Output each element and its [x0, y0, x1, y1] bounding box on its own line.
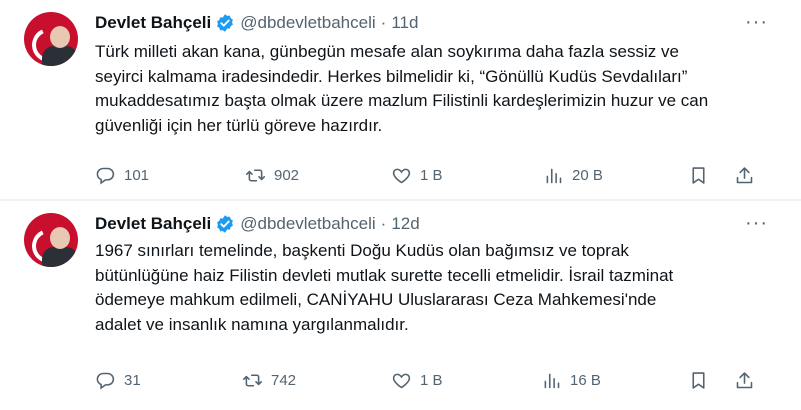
share-icon — [736, 166, 753, 183]
avatar-figure — [42, 46, 78, 66]
avatar[interactable] — [24, 213, 78, 267]
bookmark-button[interactable] — [688, 163, 717, 187]
views-button[interactable]: 16 B — [541, 368, 601, 392]
author-handle[interactable]: @dbdevletbahceli — [240, 214, 375, 234]
reply-icon — [96, 372, 115, 389]
separator-dot: · — [380, 13, 387, 32]
verified-badge-icon — [217, 215, 234, 233]
tweet-actions: 31 742 1 B 16 B — [95, 368, 775, 392]
like-count: 1 B — [420, 371, 443, 389]
share-button[interactable] — [734, 163, 763, 187]
avatar-face — [50, 26, 70, 48]
avatar-figure — [42, 247, 78, 267]
more-options-icon[interactable]: ··· — [745, 12, 769, 32]
separator-dot: · — [380, 214, 387, 233]
like-icon — [392, 168, 411, 183]
views-icon — [546, 168, 562, 183]
repost-count: 902 — [274, 166, 300, 184]
view-count: 20 B — [572, 166, 603, 184]
share-icon — [736, 371, 753, 388]
timestamp[interactable]: 12d — [391, 214, 419, 234]
reply-count: 101 — [124, 166, 150, 184]
bookmark-icon — [692, 166, 705, 184]
tweet[interactable]: Devlet Bahçeli @dbdevletbahceli · 11d ··… — [0, 0, 801, 200]
reply-button[interactable]: 31 — [95, 368, 141, 392]
timestamp[interactable]: 11d — [391, 13, 418, 33]
reply-button[interactable]: 101 — [95, 163, 149, 187]
avatar-face — [50, 227, 70, 249]
like-count: 1 B — [420, 166, 443, 184]
more-options-icon[interactable]: ··· — [745, 213, 769, 233]
share-button[interactable] — [734, 368, 763, 392]
bookmark-icon — [692, 371, 705, 389]
verified-badge-icon — [217, 14, 234, 32]
tweet-header: Devlet Bahçeli @dbdevletbahceli · 12d — [95, 211, 420, 237]
repost-icon — [242, 373, 263, 387]
tweet-actions: 101 902 1 B 20 B — [95, 163, 775, 187]
view-count: 16 B — [570, 371, 601, 389]
views-button[interactable]: 20 B — [543, 163, 603, 187]
author-name[interactable]: Devlet Bahçeli — [95, 13, 211, 33]
like-button[interactable]: 1 B — [391, 368, 443, 392]
avatar[interactable] — [24, 12, 78, 66]
like-button[interactable]: 1 B — [391, 163, 443, 187]
repost-button[interactable]: 902 — [245, 163, 299, 187]
like-icon — [392, 373, 411, 388]
tweet-text: 1967 sınırları temelinde, başkenti Doğu … — [95, 241, 674, 334]
views-icon — [544, 373, 560, 388]
tweet-feed: Devlet Bahçeli @dbdevletbahceli · 11d ··… — [0, 0, 801, 410]
reply-count: 31 — [124, 371, 141, 389]
tweet[interactable]: Devlet Bahçeli @dbdevletbahceli · 12d ··… — [0, 201, 801, 410]
repost-count: 742 — [271, 371, 297, 389]
author-handle[interactable]: @dbdevletbahceli — [240, 13, 375, 33]
bookmark-button[interactable] — [688, 368, 717, 392]
author-name[interactable]: Devlet Bahçeli — [95, 214, 211, 234]
tweet-header: Devlet Bahçeli @dbdevletbahceli · 11d — [95, 10, 418, 36]
reply-icon — [96, 167, 115, 184]
tweet-text: Türk milleti akan kana, günbegün mesafe … — [95, 42, 709, 135]
repost-button[interactable]: 742 — [242, 368, 296, 392]
repost-icon — [245, 168, 266, 182]
